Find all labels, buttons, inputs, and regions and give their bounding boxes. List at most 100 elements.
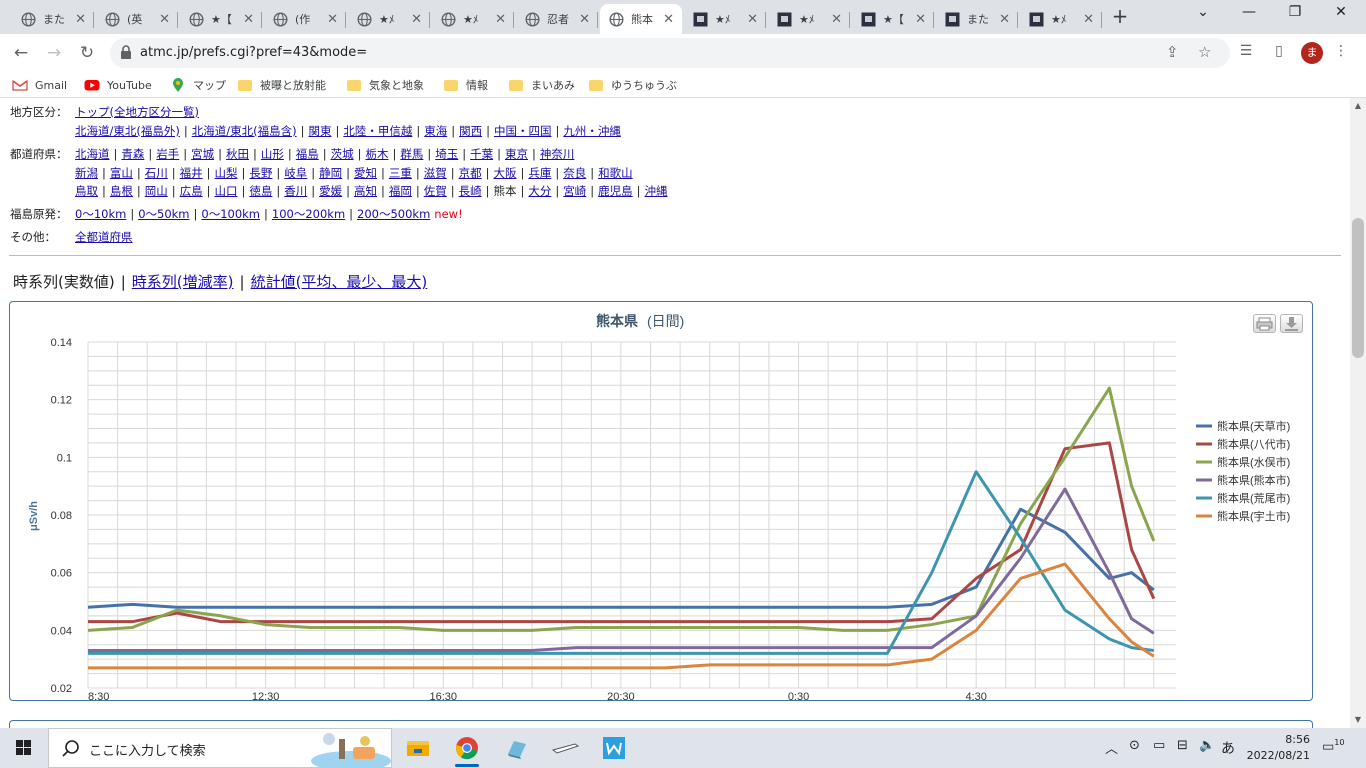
- browser-tab[interactable]: (英 ✕: [96, 4, 178, 34]
- fukushima-distance-link[interactable]: 0〜100km: [201, 207, 260, 221]
- prefecture-link[interactable]: 沖縄: [645, 184, 668, 198]
- prefecture-link[interactable]: 京都: [459, 166, 482, 180]
- prefecture-link[interactable]: 高知: [354, 184, 377, 198]
- scroll-down-arrow[interactable]: ▼: [1350, 712, 1366, 728]
- prefecture-link[interactable]: 岐阜: [284, 166, 307, 180]
- browser-tab[interactable]: ★ﾒ ✕: [768, 4, 850, 34]
- prefecture-link[interactable]: 和歌山: [598, 166, 633, 180]
- clock[interactable]: 8:56 2022/08/21: [1240, 732, 1310, 764]
- close-tab-icon[interactable]: ✕: [1083, 12, 1094, 27]
- region-top-link[interactable]: トップ(全地方区分一覧): [75, 105, 199, 119]
- prefecture-link[interactable]: 長崎: [459, 184, 482, 198]
- region-link[interactable]: 東海: [424, 124, 447, 138]
- ime-indicator[interactable]: あ: [1221, 738, 1235, 758]
- view-tab-rate[interactable]: 時系列(増減率): [132, 273, 234, 291]
- prefecture-link[interactable]: 秋田: [226, 147, 249, 161]
- prefecture-link[interactable]: 宮崎: [563, 184, 586, 198]
- prefecture-link[interactable]: 長野: [249, 166, 272, 180]
- close-tab-icon[interactable]: ✕: [999, 12, 1010, 27]
- browser-tab[interactable]: 忍者 ✕: [516, 4, 598, 34]
- all-prefectures-link[interactable]: 全都道府県: [75, 230, 133, 244]
- page-scrollbar[interactable]: ▲ ▼: [1350, 98, 1366, 728]
- region-link[interactable]: 北陸・甲信越: [343, 124, 412, 138]
- bookmark-item[interactable]: 情報: [444, 76, 488, 94]
- close-tab-icon[interactable]: ✕: [495, 12, 506, 27]
- prefecture-link[interactable]: 三重: [389, 166, 412, 180]
- close-tab-icon[interactable]: ✕: [915, 12, 926, 27]
- browser-tab[interactable]: ★ﾒ ✕: [348, 4, 430, 34]
- prefecture-link[interactable]: 愛知: [354, 166, 377, 180]
- prefecture-link[interactable]: 福島: [296, 147, 319, 161]
- minimize-button[interactable]: —: [1226, 4, 1272, 26]
- browser-tab[interactable]: ★【 ✕: [852, 4, 934, 34]
- close-tab-icon[interactable]: ✕: [327, 12, 338, 27]
- taskbar-app-5[interactable]: [594, 732, 634, 764]
- close-tab-icon[interactable]: ✕: [747, 12, 758, 27]
- prefecture-link[interactable]: 大阪: [494, 166, 517, 180]
- share-icon[interactable]: ⇪: [1166, 43, 1179, 61]
- bookmark-item[interactable]: Gmail: [12, 76, 67, 94]
- prefecture-link[interactable]: 富山: [110, 166, 133, 180]
- prefecture-link[interactable]: 埼玉: [435, 147, 458, 161]
- close-tab-icon[interactable]: ✕: [831, 12, 842, 27]
- prefecture-link[interactable]: 静岡: [319, 166, 342, 180]
- prefecture-link[interactable]: 青森: [121, 147, 144, 161]
- region-link[interactable]: 中国・四国: [494, 124, 552, 138]
- region-link[interactable]: 九州・沖縄: [563, 124, 621, 138]
- prefecture-link[interactable]: 滋賀: [424, 166, 447, 180]
- prefecture-link[interactable]: 徳島: [249, 184, 272, 198]
- fukushima-distance-link[interactable]: 100〜200km: [272, 207, 345, 221]
- tab-search-icon[interactable]: ⌄: [1180, 4, 1226, 26]
- fukushima-distance-link[interactable]: 0〜50km: [138, 207, 189, 221]
- forward-button[interactable]: →: [41, 40, 67, 66]
- prefecture-link[interactable]: 宮城: [191, 147, 214, 161]
- prefecture-link[interactable]: 茨城: [331, 147, 354, 161]
- media-control-icon[interactable]: ☰: [1236, 43, 1256, 63]
- bookmark-item[interactable]: ゆうちゅうぶ: [589, 76, 677, 94]
- prefecture-link[interactable]: 奈良: [563, 166, 586, 180]
- address-bar[interactable]: atmc.jp/prefs.cgi?pref=43&mode= ⇪ ☆: [110, 38, 1230, 68]
- browser-tab[interactable]: 熊本 ✕: [600, 4, 682, 34]
- restore-button[interactable]: ❐: [1272, 4, 1318, 26]
- profile-avatar[interactable]: ま: [1301, 42, 1323, 64]
- prefecture-link[interactable]: 栃木: [366, 147, 389, 161]
- bookmark-item[interactable]: YouTube: [84, 76, 152, 94]
- start-button[interactable]: [0, 728, 48, 768]
- network-icon[interactable]: ⊟: [1177, 738, 1188, 753]
- fukushima-distance-link[interactable]: 200〜500km: [357, 207, 430, 221]
- region-link[interactable]: 北海道/東北(福島含): [192, 124, 297, 138]
- show-hidden-icons[interactable]: ︿: [1105, 738, 1118, 757]
- scroll-up-arrow[interactable]: ▲: [1350, 98, 1366, 114]
- prefecture-link[interactable]: 鳥取: [75, 184, 98, 198]
- region-link[interactable]: 関西: [459, 124, 482, 138]
- print-chart-button[interactable]: [1253, 314, 1276, 333]
- browser-tab[interactable]: ★ﾒ ✕: [432, 4, 514, 34]
- taskbar-app-4[interactable]: [545, 732, 585, 764]
- close-tab-icon[interactable]: ✕: [75, 12, 86, 27]
- prefecture-link[interactable]: 石川: [145, 166, 168, 180]
- prefecture-link[interactable]: 福井: [180, 166, 203, 180]
- back-button[interactable]: ←: [8, 40, 34, 66]
- close-tab-icon[interactable]: ✕: [159, 12, 170, 27]
- meet-now-icon[interactable]: ⊙: [1129, 738, 1140, 753]
- new-tab-button[interactable]: +: [1109, 6, 1131, 28]
- prefecture-link[interactable]: 山梨: [215, 166, 238, 180]
- taskbar-file-explorer[interactable]: [398, 732, 438, 764]
- browser-tab[interactable]: また ✕: [12, 4, 94, 34]
- browser-tab[interactable]: また ✕: [936, 4, 1018, 34]
- close-tab-icon[interactable]: ✕: [663, 12, 674, 27]
- bookmark-item[interactable]: 気象と地象: [347, 76, 424, 94]
- scroll-thumb[interactable]: [1352, 218, 1364, 358]
- prefecture-link[interactable]: 佐賀: [424, 184, 447, 198]
- menu-kebab-icon[interactable]: ⋮: [1331, 43, 1351, 63]
- prefecture-link[interactable]: 北海道: [75, 147, 110, 161]
- browser-tab[interactable]: ★ﾒ ✕: [684, 4, 766, 34]
- prefecture-link[interactable]: 鹿児島: [598, 184, 633, 198]
- prefecture-link[interactable]: 東京: [505, 147, 528, 161]
- prefecture-link[interactable]: 山形: [261, 147, 284, 161]
- view-tab-stats[interactable]: 統計値(平均、最少、最大): [251, 273, 428, 291]
- close-window-button[interactable]: ✕: [1318, 4, 1364, 26]
- export-chart-button[interactable]: [1280, 314, 1303, 333]
- prefecture-link[interactable]: 新潟: [75, 166, 98, 180]
- prefecture-link[interactable]: 福岡: [389, 184, 412, 198]
